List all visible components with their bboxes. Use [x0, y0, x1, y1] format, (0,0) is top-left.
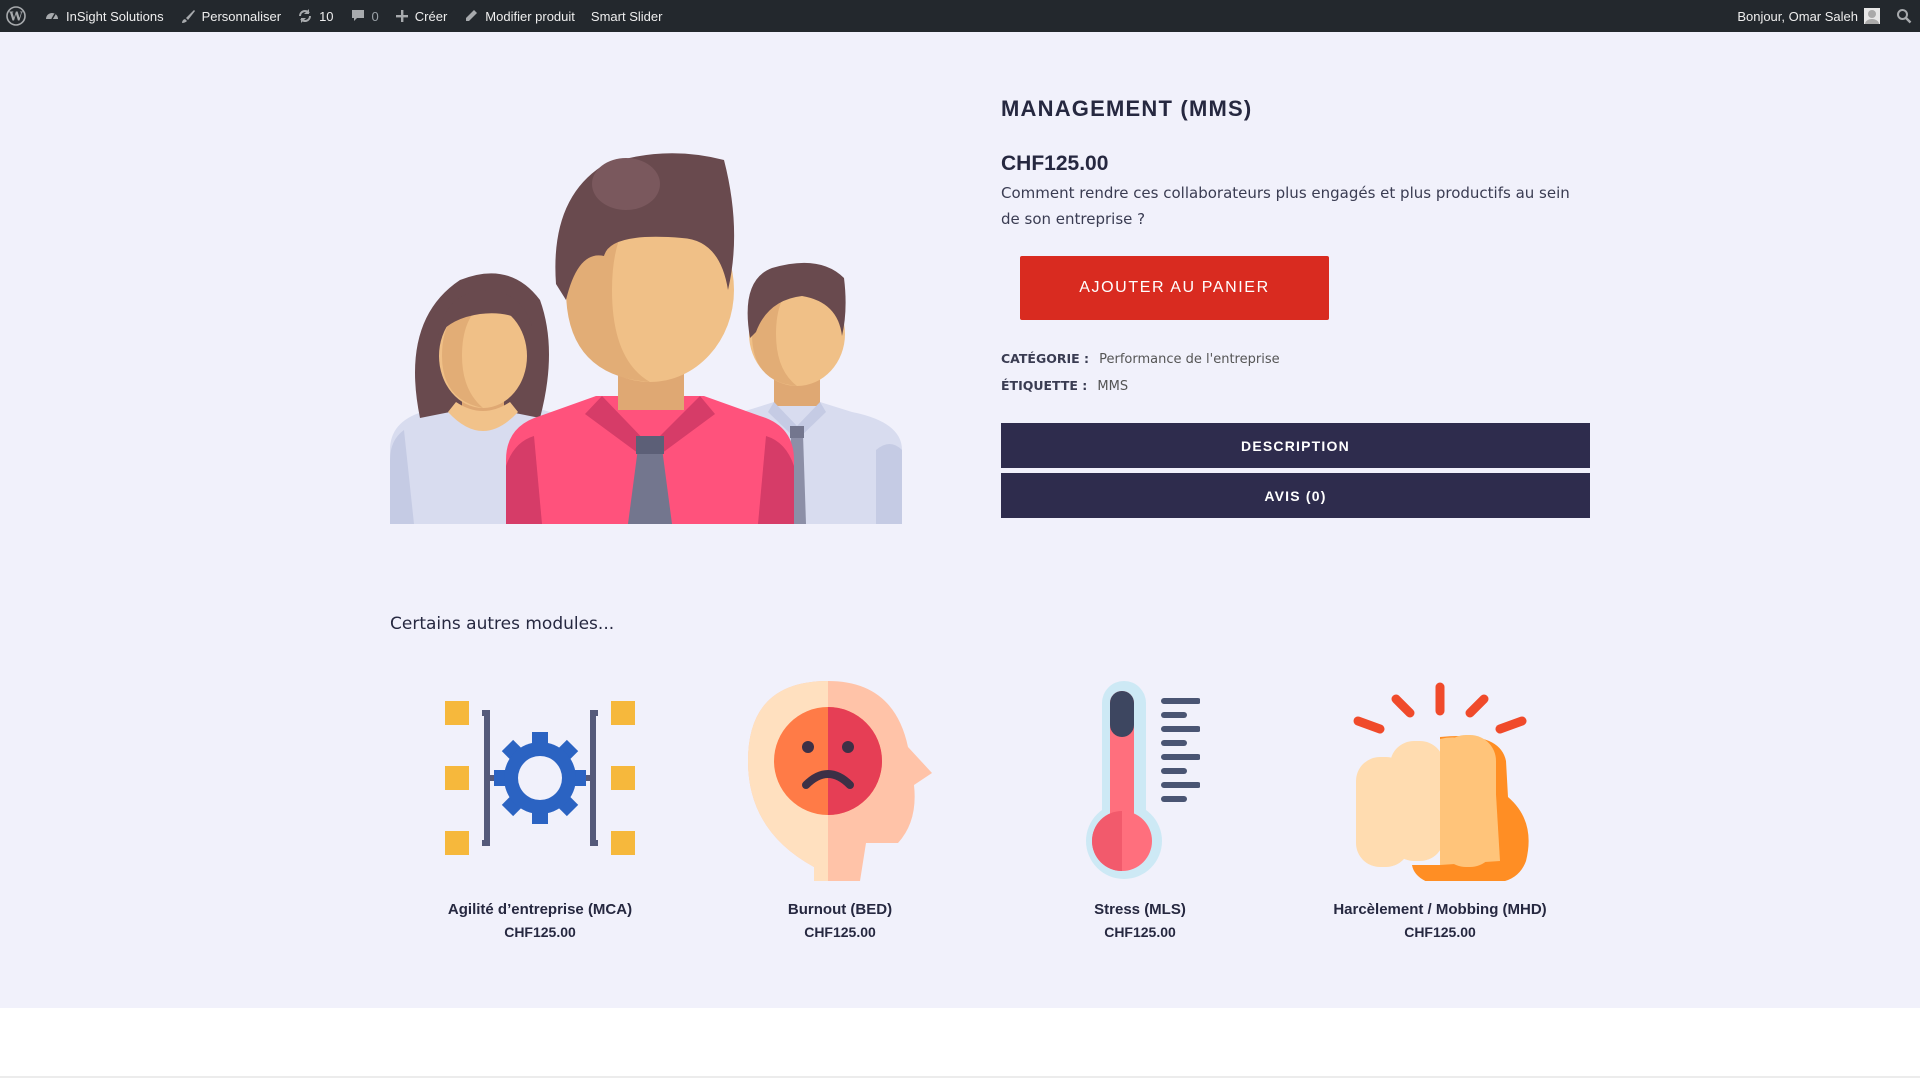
admin-new[interactable]: Créer	[387, 0, 456, 32]
related-product-price: CHF125.00	[1104, 924, 1176, 940]
product-tabs: DESCRIPTION AVIS (0)	[1001, 423, 1590, 523]
sad-head-icon	[748, 681, 932, 881]
admin-edit-product[interactable]: Modifier produit	[455, 0, 583, 32]
category-label: CATÉGORIE :	[1001, 351, 1089, 366]
comment-icon	[351, 10, 364, 21]
dashboard-icon	[46, 13, 58, 20]
footer-divider	[0, 1076, 1920, 1078]
gear-network-icon	[445, 701, 635, 855]
related-product-mca[interactable]: Agilité d’entreprise (MCA) CHF125.00	[390, 676, 690, 940]
fist-icon	[1353, 682, 1529, 881]
product-thumb[interactable]	[1340, 676, 1540, 886]
brush-icon	[181, 10, 195, 23]
new-label: Créer	[414, 8, 448, 24]
product-thumb[interactable]	[1040, 676, 1240, 886]
related-product-name[interactable]: Agilité d’entreprise (MCA)	[448, 901, 632, 918]
search-icon	[1897, 9, 1912, 24]
related-product-mhd[interactable]: Harcèlement / Mobbing (MHD) CHF125.00	[1290, 676, 1590, 940]
product-thumb[interactable]	[440, 676, 640, 886]
tab-description[interactable]: DESCRIPTION	[1001, 423, 1590, 468]
product-short-description: Comment rendre ces collaborateurs plus e…	[1001, 184, 1570, 228]
thermometer-icon	[1086, 681, 1200, 879]
related-product-mls[interactable]: Stress (MLS) CHF125.00	[990, 676, 1290, 940]
svg-text:W: W	[8, 10, 23, 24]
tag-link[interactable]: MMS	[1097, 379, 1128, 394]
customize-label: Personnaliser	[201, 8, 282, 24]
smart-slider-label: Smart Slider	[590, 8, 663, 24]
plus-icon	[395, 10, 408, 22]
pencil-icon	[466, 10, 478, 21]
admin-smart-slider[interactable]: Smart Slider	[583, 0, 671, 32]
related-products-title: Certains autres modules...	[390, 614, 615, 634]
updates-icon	[299, 9, 312, 23]
admin-updates[interactable]: 10	[289, 0, 341, 32]
tag-label: ÉTIQUETTE :	[1001, 378, 1088, 393]
wordpress-logo-icon[interactable]: W	[0, 0, 36, 32]
footer-area	[0, 1008, 1920, 1080]
category-link[interactable]: Performance de l'entreprise	[1099, 352, 1279, 367]
admin-account[interactable]: Bonjour, Omar Saleh	[1729, 0, 1888, 32]
related-product-price: CHF125.00	[504, 924, 576, 940]
product-price: CHF125.00	[1001, 152, 1109, 175]
edit-product-label: Modifier produit	[485, 8, 575, 24]
tab-reviews[interactable]: AVIS (0)	[1001, 473, 1590, 518]
admin-search[interactable]	[1888, 0, 1920, 32]
related-product-name[interactable]: Burnout (BED)	[788, 901, 892, 918]
related-products: Agilité d’entreprise (MCA) CHF125.00 Bur…	[390, 676, 1590, 940]
greeting-label: Bonjour, Omar Saleh	[1737, 8, 1858, 24]
admin-bar: W InSight Solutions Personnaliser 10 0 C…	[0, 0, 1920, 32]
product-meta: CATÉGORIE : Performance de l'entreprise …	[1001, 346, 1591, 400]
product-summary: MANAGEMENT (MMS) CHF125.00 Comment rendr…	[1001, 96, 1591, 400]
avatar	[1864, 8, 1880, 24]
category-row: CATÉGORIE : Performance de l'entreprise	[1001, 346, 1591, 373]
related-product-price: CHF125.00	[804, 924, 876, 940]
admin-site-name[interactable]: InSight Solutions	[36, 0, 172, 32]
updates-count: 10	[319, 8, 334, 24]
site-name-label: InSight Solutions	[66, 8, 164, 24]
tag-row: ÉTIQUETTE : MMS	[1001, 373, 1591, 400]
product-thumb[interactable]	[740, 676, 940, 886]
related-product-bed[interactable]: Burnout (BED) CHF125.00	[690, 676, 990, 940]
comments-count: 0	[371, 8, 379, 24]
related-product-price: CHF125.00	[1404, 924, 1476, 940]
product-image-team-icon	[390, 153, 902, 524]
add-to-cart-button[interactable]: AJOUTER AU PANIER	[1020, 256, 1329, 320]
related-product-name[interactable]: Stress (MLS)	[1094, 901, 1186, 918]
admin-customize[interactable]: Personnaliser	[172, 0, 290, 32]
admin-comments[interactable]: 0	[342, 0, 387, 32]
related-product-name[interactable]: Harcèlement / Mobbing (MHD)	[1333, 901, 1546, 918]
product-title: MANAGEMENT (MMS)	[1001, 96, 1253, 121]
